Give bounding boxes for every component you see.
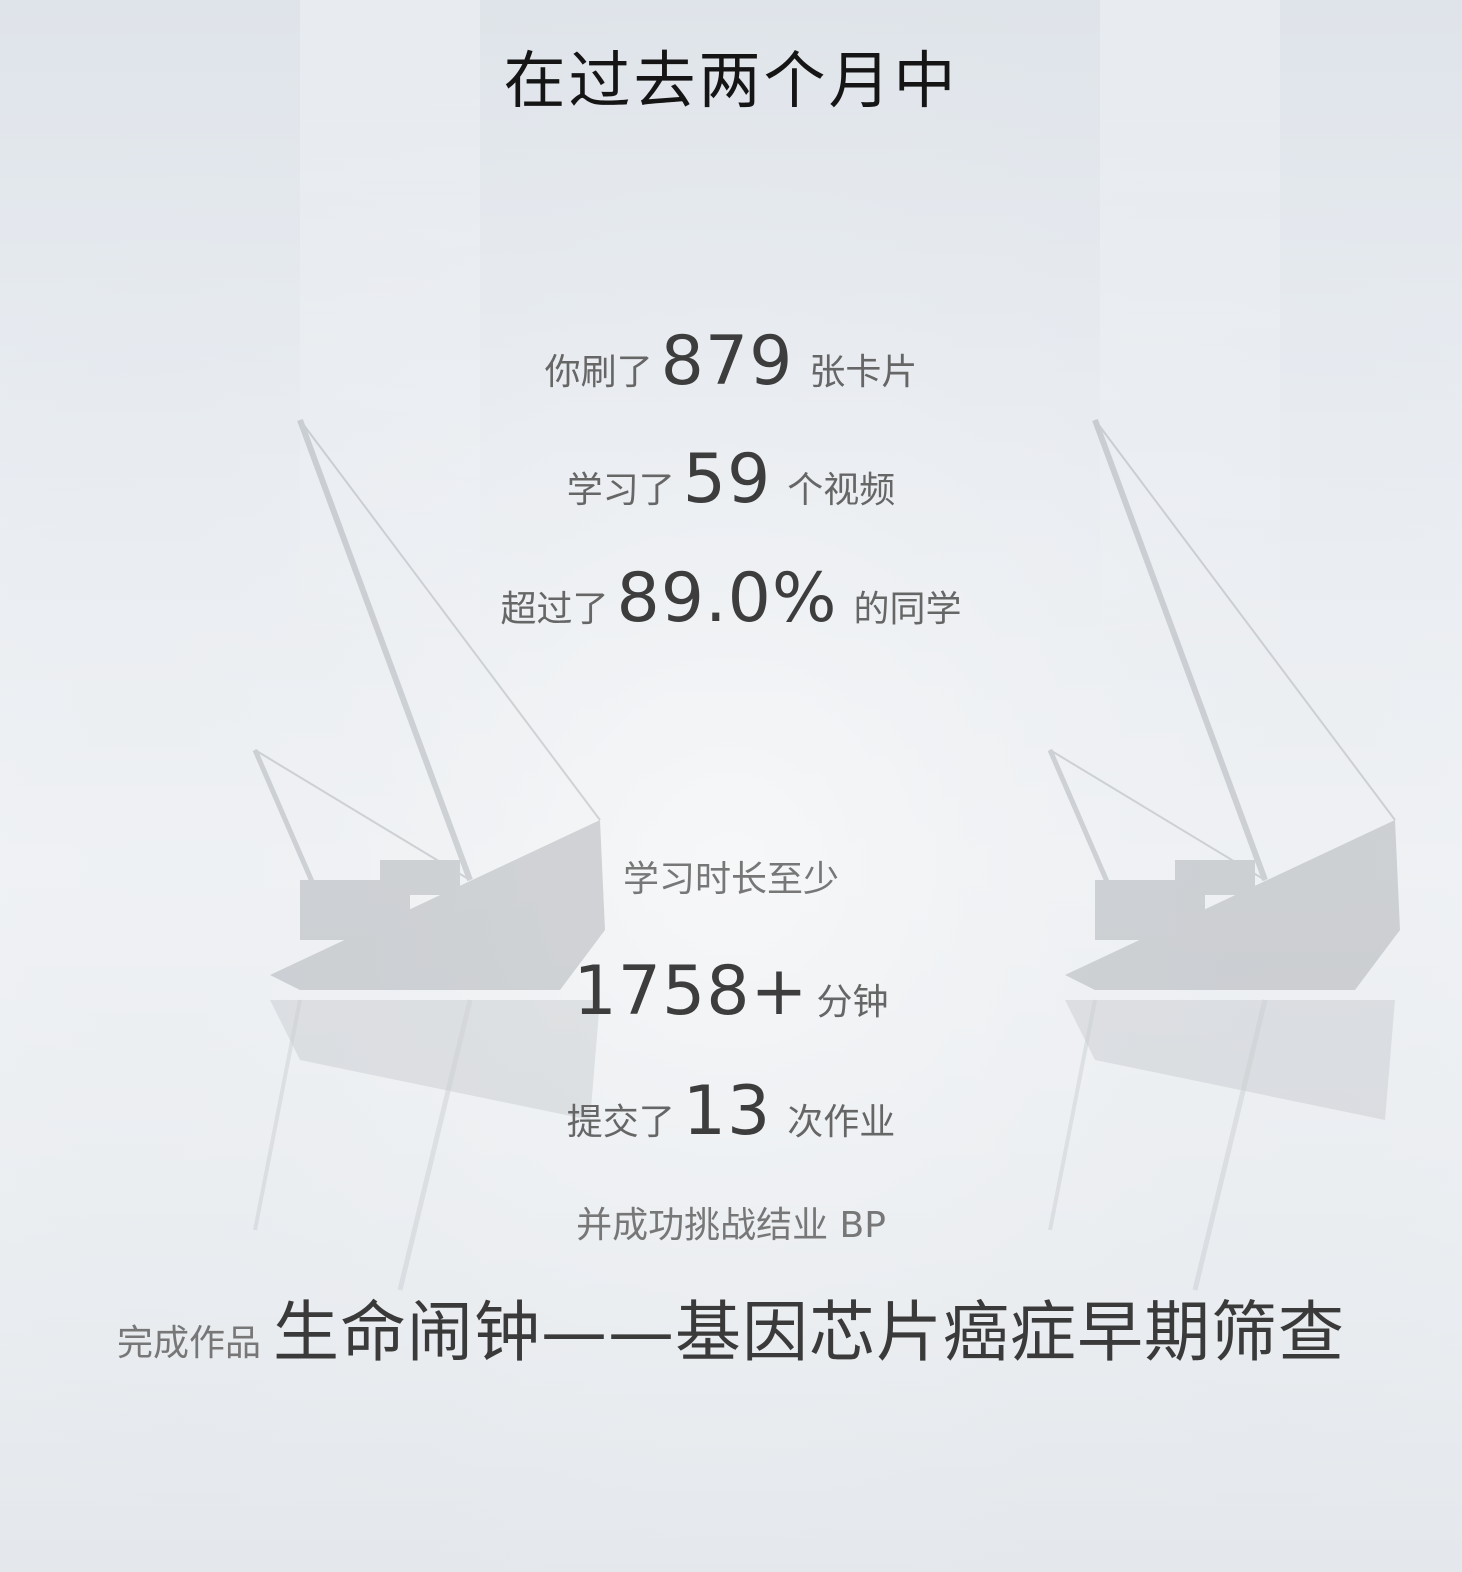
study-time-unit: 分钟: [816, 982, 889, 1023]
homework-count: 13: [682, 1072, 772, 1151]
percentile-value: 89.0%: [616, 559, 838, 638]
percentile-suffix: 的同学: [853, 589, 962, 630]
project-title: 生命闹钟——基因芯片癌症早期筛查: [273, 1294, 1345, 1371]
percentile-prefix: 超过了: [500, 589, 609, 630]
study-time-label: 学习时长至少: [622, 859, 839, 900]
study-time-stat: 1758+ 分钟: [0, 958, 1462, 1026]
videos-count: 59: [682, 440, 772, 519]
cards-suffix: 张卡片: [809, 352, 918, 393]
summary-card: 在过去两个月中 你刷了 879 张卡片 学习了 59 个视频 超过了 89.0% 的同学 学…: [0, 0, 1462, 1572]
project-line: 完成作品 生命闹钟——基因芯片癌症早期筛查: [0, 1300, 1462, 1366]
percentile-stat: 超过了 89.0% 的同学: [0, 565, 1462, 633]
cards-stat: 你刷了 879 张卡片: [0, 328, 1462, 396]
study-time-value: 1758+: [573, 952, 809, 1031]
homework-stat: 提交了 13 次作业: [0, 1078, 1462, 1146]
videos-suffix: 个视频: [787, 470, 896, 511]
videos-stat: 学习了 59 个视频: [0, 446, 1462, 514]
page-title: 在过去两个月中: [503, 44, 959, 117]
graduation-text: 并成功挑战结业 BP: [576, 1205, 886, 1246]
homework-suffix: 次作业: [787, 1102, 896, 1143]
cards-count: 879: [660, 322, 794, 401]
homework-prefix: 提交了: [566, 1102, 675, 1143]
cards-prefix: 你刷了: [544, 352, 653, 393]
project-label: 完成作品: [116, 1323, 261, 1364]
videos-prefix: 学习了: [566, 470, 675, 511]
